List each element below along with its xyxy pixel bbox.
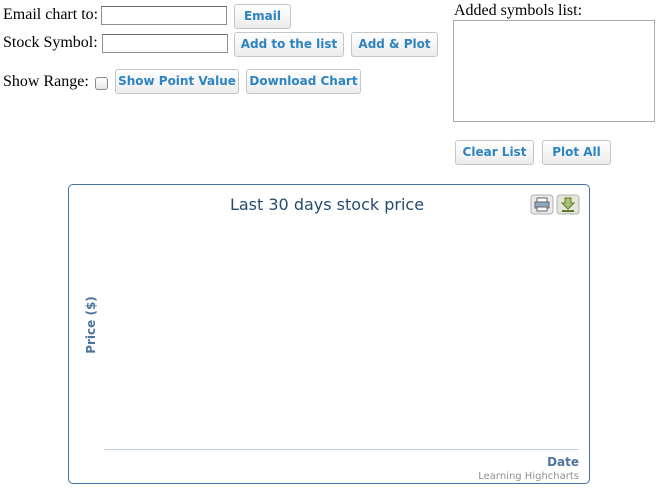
print-button[interactable]: [530, 194, 554, 215]
y-axis-title: Price ($): [84, 296, 98, 354]
add-and-plot-button[interactable]: Add & Plot: [351, 32, 438, 57]
clear-list-button[interactable]: Clear List: [455, 140, 534, 165]
add-to-list-button[interactable]: Add to the list: [234, 32, 344, 57]
email-label: Email chart to:: [3, 6, 99, 23]
email-input[interactable]: [101, 6, 227, 25]
download-chart-button[interactable]: Download Chart: [246, 69, 361, 94]
x-axis-title: Date: [547, 455, 579, 469]
chart-credits[interactable]: Learning Highcharts: [478, 471, 579, 482]
email-button[interactable]: Email: [234, 4, 291, 29]
show-range-label: Show Range:: [3, 73, 89, 90]
show-range-checkbox[interactable]: [95, 77, 108, 90]
stock-symbol-input[interactable]: [102, 34, 228, 53]
chart-title: Last 30 days stock price: [230, 195, 424, 214]
print-icon: [534, 197, 550, 212]
symbols-list-title: Added symbols list:: [454, 2, 583, 19]
chart-container: Last 30 days stock price Price ($) Date …: [68, 184, 590, 484]
symbols-listbox[interactable]: [453, 20, 655, 122]
export-button[interactable]: [556, 194, 580, 215]
plot-all-button[interactable]: Plot All: [542, 140, 611, 165]
show-point-value-button[interactable]: Show Point Value: [115, 69, 239, 94]
stock-symbol-label: Stock Symbol:: [3, 34, 98, 51]
chart-svg: Last 30 days stock price Price ($) Date …: [84, 194, 580, 482]
